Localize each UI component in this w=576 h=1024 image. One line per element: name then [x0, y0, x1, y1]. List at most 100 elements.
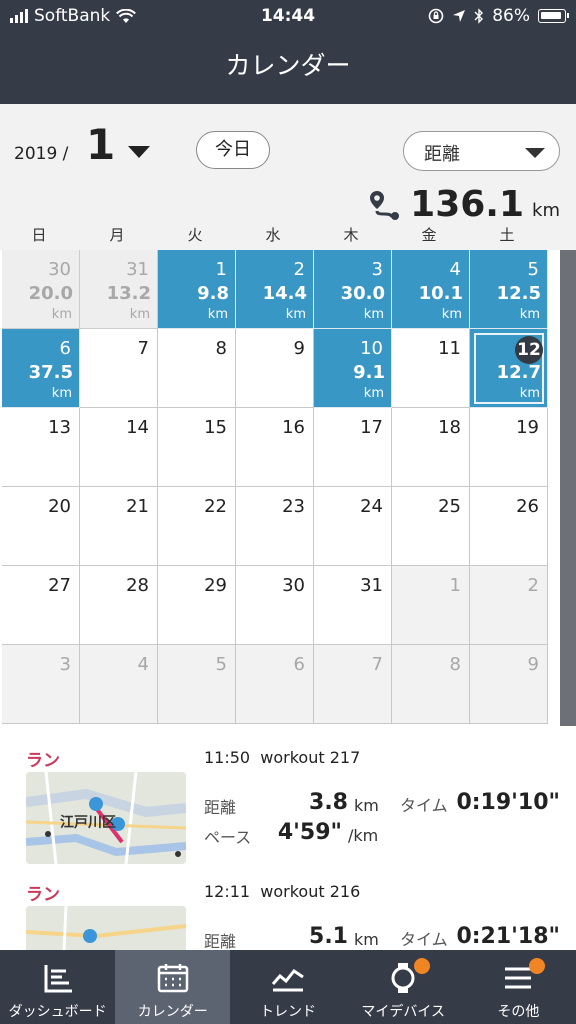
distance-unit: km	[354, 930, 379, 949]
day-distance-unit: km	[207, 307, 228, 322]
day-distance: 14.4	[262, 283, 307, 304]
month-selector[interactable]: 1	[86, 120, 115, 169]
calendar-day[interactable]: 1 9.8 km	[158, 250, 236, 329]
distance-label: 距離	[204, 798, 237, 817]
day-distance-unit: km	[519, 307, 540, 322]
weekday-label: 火	[187, 226, 203, 244]
today-button[interactable]: 今日	[196, 131, 270, 169]
tab-more[interactable]: その他	[461, 950, 576, 1024]
battery-percent: 86%	[492, 6, 530, 26]
calendar-day[interactable]: 3	[2, 645, 80, 724]
day-distance: 37.5	[28, 362, 73, 383]
calendar-day[interactable]: 20	[2, 487, 80, 566]
weekday-label: 木	[343, 226, 359, 244]
calendar-day[interactable]: 10 9.1 km	[314, 329, 392, 408]
day-number: 4	[449, 259, 461, 280]
workout-type: ラン	[26, 885, 60, 905]
calendar-day[interactable]: 24	[314, 487, 392, 566]
weekday-label: 日	[31, 226, 47, 244]
tab-my-device[interactable]: マイデバイス	[346, 950, 461, 1024]
dashboard-icon	[44, 965, 72, 993]
tab-dashboard[interactable]: ダッシュボード	[0, 950, 115, 1024]
calendar-day[interactable]: 4 10.1 km	[392, 250, 470, 329]
weekday-label: 金	[421, 226, 437, 244]
day-number: 14	[126, 417, 149, 438]
calendar-day[interactable]: 23	[236, 487, 314, 566]
day-distance: 12.7	[496, 362, 541, 383]
calendar-day[interactable]: 13	[2, 408, 80, 487]
day-number: 26	[516, 496, 539, 517]
calendar-day[interactable]: 27	[2, 566, 80, 645]
notification-badge	[413, 958, 430, 974]
calendar-day[interactable]: 1	[392, 566, 470, 645]
calendar-day[interactable]: 16	[236, 408, 314, 487]
day-number: 21	[126, 496, 149, 517]
day-number: 4	[137, 654, 149, 675]
day-distance-unit: km	[441, 307, 462, 322]
day-number: 3	[371, 259, 383, 280]
calendar-day[interactable]: 30 20.0 km	[2, 250, 80, 329]
calendar-day[interactable]: 28	[80, 566, 158, 645]
calendar-day-today[interactable]: 12 12.7 km	[470, 329, 548, 408]
calendar-day[interactable]: 2	[470, 566, 548, 645]
calendar-day[interactable]: 6	[236, 645, 314, 724]
day-number: 8	[215, 338, 227, 359]
calendar-day[interactable]: 5	[158, 645, 236, 724]
calendar-day[interactable]: 4	[80, 645, 158, 724]
calendar-day[interactable]: 15	[158, 408, 236, 487]
calendar-day[interactable]: 9	[236, 329, 314, 408]
calendar-day[interactable]: 6 37.5 km	[2, 329, 80, 408]
route-map-thumbnail[interactable]	[26, 906, 186, 950]
route-map-thumbnail[interactable]: 江戸川区	[26, 772, 186, 864]
day-number: 5	[527, 259, 539, 280]
calendar-day[interactable]: 29	[158, 566, 236, 645]
calendar-day[interactable]: 25	[392, 487, 470, 566]
calendar-day[interactable]: 8	[392, 645, 470, 724]
workout-item[interactable]: ラン 江戸川区 11:50 workout 217 距離 3.8 km タイム	[0, 726, 576, 864]
calendar-day[interactable]: 19	[470, 408, 548, 487]
calendar-day[interactable]: 2 14.4 km	[236, 250, 314, 329]
day-number: 29	[204, 575, 227, 596]
calendar-day[interactable]: 7	[80, 329, 158, 408]
time-label: タイム	[400, 796, 448, 815]
battery-icon	[538, 9, 569, 23]
day-number: 1	[449, 575, 461, 596]
calendar-day[interactable]: 7	[314, 645, 392, 724]
calendar-day[interactable]: 11	[392, 329, 470, 408]
pace-label: ペース	[204, 828, 252, 847]
tab-label: マイデバイス	[361, 1004, 445, 1020]
calendar-day[interactable]: 17	[314, 408, 392, 487]
pace-value: 4'59"	[277, 820, 342, 845]
tab-calendar[interactable]: カレンダー	[115, 950, 231, 1024]
calendar-day[interactable]: 22	[158, 487, 236, 566]
month-dropdown-icon[interactable]	[128, 146, 150, 158]
day-number: 6	[59, 338, 71, 359]
calendar-day[interactable]: 31 13.2 km	[80, 250, 158, 329]
calendar-day[interactable]: 3 30.0 km	[314, 250, 392, 329]
day-number: 13	[48, 417, 71, 438]
day-distance-unit: km	[129, 307, 150, 322]
calendar-day[interactable]: 14	[80, 408, 158, 487]
status-bar: SoftBank 14:44 86%	[0, 0, 576, 32]
calendar-day[interactable]: 30	[236, 566, 314, 645]
day-number: 30	[282, 575, 305, 596]
day-number: 31	[360, 575, 383, 596]
workout-name: workout 217	[260, 748, 361, 767]
calendar-day[interactable]: 21	[80, 487, 158, 566]
workout-item[interactable]: ラン 12:11 workout 216 距離 5.1 km タイム 0:21'…	[0, 860, 576, 950]
day-number: 23	[282, 496, 305, 517]
calendar-day[interactable]: 31	[314, 566, 392, 645]
calendar-day[interactable]: 5 12.5 km	[470, 250, 548, 329]
metric-dropdown[interactable]: 距離	[403, 131, 560, 171]
tab-trend[interactable]: トレンド	[230, 950, 345, 1024]
day-number: 5	[215, 654, 227, 675]
calendar-day[interactable]: 26	[470, 487, 548, 566]
calendar-day[interactable]: 8	[158, 329, 236, 408]
pace-unit: /km	[348, 826, 379, 845]
day-distance: 20.0	[28, 283, 73, 304]
calendar-icon	[157, 964, 189, 993]
map-place-label: 江戸川区	[60, 815, 116, 831]
calendar-day[interactable]: 9	[470, 645, 548, 724]
calendar-day[interactable]: 18	[392, 408, 470, 487]
calendar-controls: 2019 / 1 今日 距離 136.1 km 日 月 火 水 木 金 土	[0, 104, 576, 250]
